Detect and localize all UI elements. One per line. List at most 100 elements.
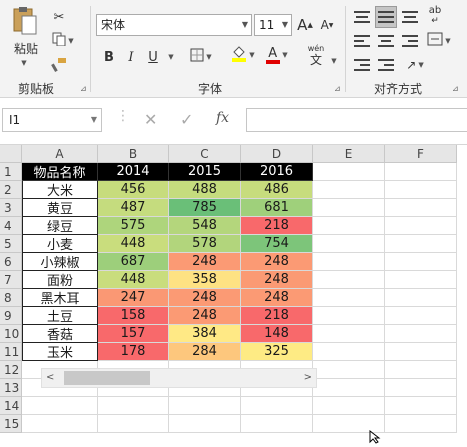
item-name-cell[interactable]: 绿豆 [22, 217, 98, 235]
cell[interactable] [313, 343, 385, 361]
font-color-button[interactable]: A ▼ [262, 44, 292, 66]
cut-icon[interactable]: ✂ [48, 6, 70, 28]
value-cell[interactable]: 248 [169, 289, 241, 307]
value-cell[interactable]: 456 [98, 181, 169, 199]
value-cell[interactable]: 248 [169, 307, 241, 325]
value-cell[interactable]: 488 [169, 181, 241, 199]
cell[interactable] [385, 289, 457, 307]
align-middle-button[interactable] [375, 6, 397, 28]
cell[interactable] [169, 397, 241, 415]
copy-button[interactable]: ▼ [48, 30, 78, 52]
item-name-cell[interactable]: 小麦 [22, 235, 98, 253]
cell[interactable] [313, 235, 385, 253]
cell[interactable] [313, 289, 385, 307]
cell[interactable] [313, 217, 385, 235]
format-painter-icon[interactable] [48, 54, 70, 76]
underline-dropdown-icon[interactable]: ▼ [164, 46, 176, 68]
column-header-a[interactable]: A [22, 145, 98, 163]
cell[interactable] [385, 415, 457, 433]
phonetic-dropdown-icon[interactable]: ▼ [328, 50, 338, 72]
clipboard-launcher-icon[interactable]: ⊿ [80, 84, 87, 93]
increase-indent-button[interactable] [375, 54, 397, 76]
cell[interactable] [22, 397, 98, 415]
value-cell[interactable]: 486 [241, 181, 313, 199]
item-name-cell[interactable]: 大米 [22, 181, 98, 199]
formula-input[interactable] [246, 108, 467, 132]
cell[interactable] [385, 181, 457, 199]
item-name-cell[interactable]: 黑木耳 [22, 289, 98, 307]
value-cell[interactable]: 218 [241, 307, 313, 325]
value-cell[interactable]: 248 [241, 253, 313, 271]
cell[interactable] [385, 271, 457, 289]
scroll-right-icon[interactable]: > [304, 372, 312, 383]
cell[interactable] [385, 163, 457, 181]
cell[interactable] [313, 307, 385, 325]
value-cell[interactable]: 247 [98, 289, 169, 307]
cell[interactable] [313, 325, 385, 343]
cell[interactable] [385, 361, 457, 379]
column-header-b[interactable]: B [98, 145, 169, 163]
cell[interactable] [385, 307, 457, 325]
cell[interactable] [385, 253, 457, 271]
item-name-cell[interactable]: 面粉 [22, 271, 98, 289]
align-left-button[interactable] [351, 30, 373, 52]
bold-button[interactable]: B [100, 46, 118, 68]
value-cell[interactable]: 248 [169, 253, 241, 271]
item-name-cell[interactable]: 香菇 [22, 325, 98, 343]
align-right-button[interactable] [399, 30, 421, 52]
cell[interactable] [313, 379, 385, 397]
cell[interactable] [22, 415, 98, 433]
column-header-c[interactable]: C [169, 145, 241, 163]
cell[interactable] [385, 235, 457, 253]
cell[interactable] [313, 397, 385, 415]
value-cell[interactable]: 284 [169, 343, 241, 361]
decrease-indent-button[interactable] [351, 54, 373, 76]
header-cell-year[interactable]: 2015 [169, 163, 241, 181]
font-size-select[interactable]: 11 ▼ [254, 14, 292, 36]
scrollbar-thumb[interactable] [64, 371, 150, 385]
cell[interactable] [98, 415, 169, 433]
row-header-2[interactable]: 2 [0, 181, 22, 199]
row-header-14[interactable]: 14 [0, 397, 22, 415]
cell[interactable] [385, 397, 457, 415]
font-launcher-icon[interactable]: ⊿ [334, 84, 341, 93]
horizontal-scrollbar[interactable]: < > [41, 368, 317, 388]
cell[interactable] [313, 163, 385, 181]
value-cell[interactable]: 578 [169, 235, 241, 253]
cell[interactable] [385, 343, 457, 361]
value-cell[interactable]: 687 [98, 253, 169, 271]
row-header-5[interactable]: 5 [0, 235, 22, 253]
row-header-12[interactable]: 12 [0, 361, 22, 379]
wrap-phonetic-button[interactable]: ab ↵ [424, 4, 446, 28]
row-header-15[interactable]: 15 [0, 415, 22, 433]
row-header-1[interactable]: 1 [0, 163, 22, 181]
header-cell-year[interactable]: 2016 [241, 163, 313, 181]
cell[interactable] [98, 397, 169, 415]
italic-button[interactable]: I [122, 46, 140, 68]
paste-label[interactable]: 粘贴 [10, 40, 42, 56]
row-header-8[interactable]: 8 [0, 289, 22, 307]
column-header-d[interactable]: D [241, 145, 313, 163]
cell[interactable] [313, 253, 385, 271]
borders-button[interactable]: ▼ [186, 46, 216, 68]
cell[interactable] [385, 199, 457, 217]
header-cell-year[interactable]: 2014 [98, 163, 169, 181]
align-bottom-button[interactable] [399, 6, 421, 28]
header-cell-name[interactable]: 物品名称 [22, 163, 98, 181]
item-name-cell[interactable]: 玉米 [22, 343, 98, 361]
cell[interactable] [385, 379, 457, 397]
row-header-6[interactable]: 6 [0, 253, 22, 271]
font-name-select[interactable]: 宋体 ▼ [96, 14, 252, 36]
paste-button[interactable] [10, 7, 40, 38]
value-cell[interactable]: 575 [98, 217, 169, 235]
value-cell[interactable]: 157 [98, 325, 169, 343]
scroll-left-icon[interactable]: < [46, 372, 54, 383]
shrink-font-button[interactable]: A ▼ [318, 14, 336, 36]
value-cell[interactable]: 487 [98, 199, 169, 217]
column-header-f[interactable]: F [385, 145, 457, 163]
cell[interactable] [313, 361, 385, 379]
value-cell[interactable]: 218 [241, 217, 313, 235]
value-cell[interactable]: 681 [241, 199, 313, 217]
row-header-13[interactable]: 13 [0, 379, 22, 397]
cell[interactable] [313, 199, 385, 217]
